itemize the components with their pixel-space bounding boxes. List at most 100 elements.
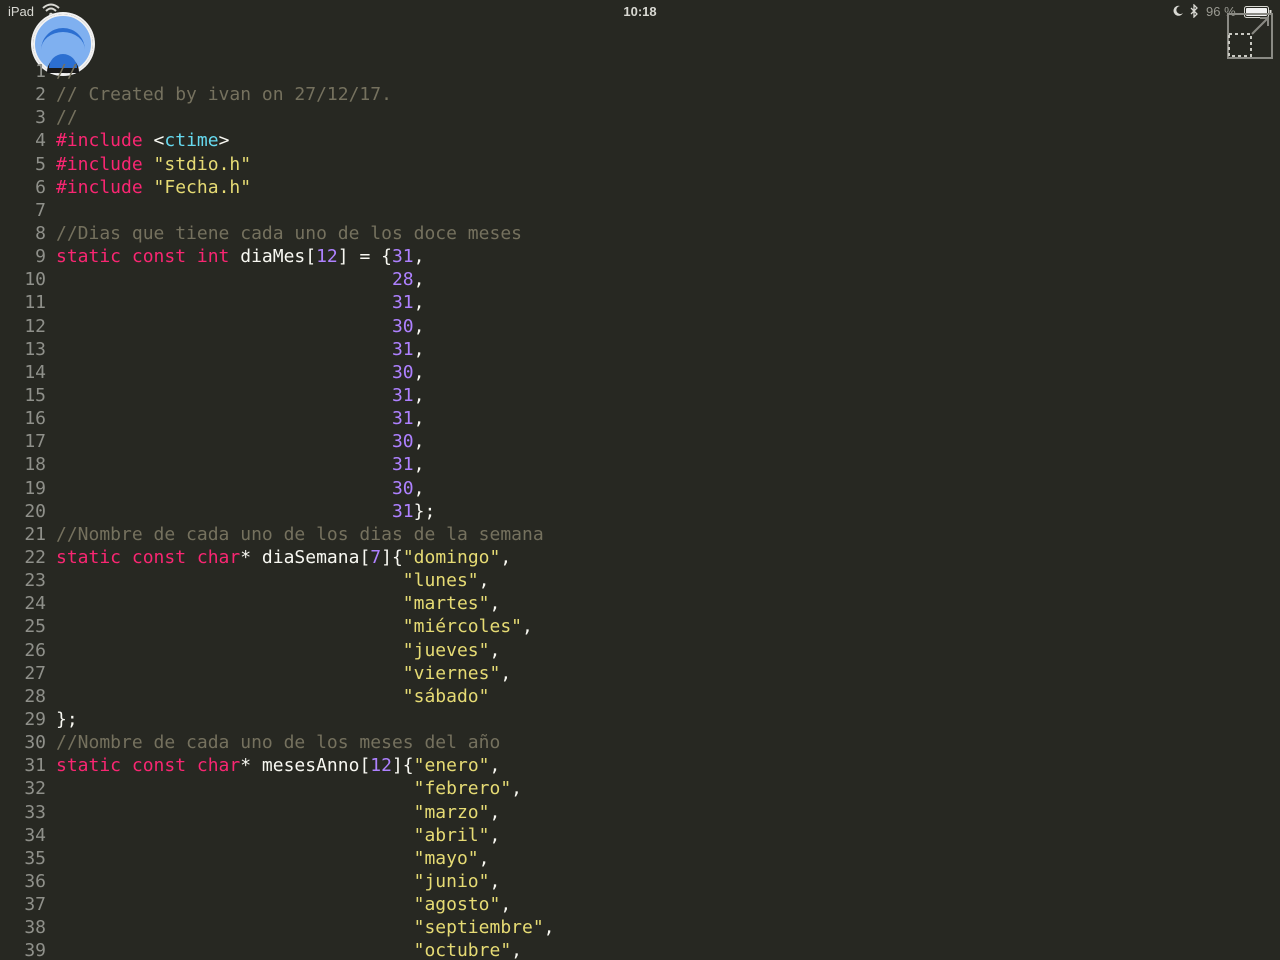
- code-token-string: "Fecha.h": [153, 176, 252, 198]
- code-line[interactable]: 20 31};: [0, 500, 1280, 523]
- line-number: 5: [35, 153, 46, 175]
- code-line[interactable]: 19 30,: [0, 477, 1280, 500]
- code-token-plain: ,: [489, 639, 501, 661]
- line-number: 34: [24, 824, 46, 846]
- code-editor[interactable]: 1 // 2 // Created by ivan on 27/12/17. 3 // 4 #…: [0, 60, 1280, 960]
- code-line[interactable]: 25 "miércoles",: [0, 615, 1280, 638]
- code-line[interactable]: 15 31,: [0, 384, 1280, 407]
- code-token-string: "enero": [413, 755, 490, 777]
- code-token-keyword: static const char: [56, 546, 241, 568]
- code-line[interactable]: 23 "lunes",: [0, 569, 1280, 592]
- code-line[interactable]: 16 31,: [0, 407, 1280, 430]
- code-content: 30,: [56, 315, 425, 338]
- code-token-comment: //Dias que tiene cada uno de los doce me…: [56, 222, 522, 244]
- code-token-plain: ,: [489, 755, 501, 777]
- code-line[interactable]: 29};: [0, 708, 1280, 731]
- code-line[interactable]: 2 // Created by ivan on 27/12/17.: [0, 83, 1280, 106]
- code-line[interactable]: 27 "viernes",: [0, 662, 1280, 685]
- code-token-string: "domingo": [402, 546, 501, 568]
- code-token-string: "miércoles": [402, 616, 522, 638]
- code-line[interactable]: 11 31,: [0, 291, 1280, 314]
- code-content: "septiembre",: [56, 916, 555, 939]
- code-content: static const char* mesesAnno[12]{"enero"…: [56, 754, 500, 777]
- line-number: 33: [24, 801, 46, 823]
- code-token-string: "jueves": [402, 639, 490, 661]
- code-token-plain: ,: [413, 431, 425, 453]
- code-line[interactable]: 6 #include "Fecha.h": [0, 176, 1280, 199]
- code-line[interactable]: 3 //: [0, 106, 1280, 129]
- code-line[interactable]: 8 //Dias que tiene cada uno de los doce m…: [0, 222, 1280, 245]
- code-line[interactable]: 22 static const char* diaSemana[7]{"domin…: [0, 546, 1280, 569]
- code-content: "martes",: [56, 592, 501, 615]
- code-line[interactable]: 37 "agosto",: [0, 893, 1280, 916]
- code-token-plain: ,: [413, 292, 425, 314]
- code-line[interactable]: 18 31,: [0, 453, 1280, 476]
- line-number: 23: [24, 570, 46, 592]
- code-token-plain: * diaSemana[: [240, 546, 371, 568]
- code-token-number: 31: [391, 384, 414, 406]
- code-token-keyword: #include: [56, 153, 143, 175]
- code-content: "agosto",: [56, 893, 512, 916]
- code-line[interactable]: 13 31,: [0, 338, 1280, 361]
- code-line[interactable]: 34 "abril",: [0, 824, 1280, 847]
- code-line[interactable]: 21 //Nombre de cada uno de los dias de la…: [0, 523, 1280, 546]
- line-number: 11: [24, 292, 46, 314]
- code-token-string: "septiembre": [413, 917, 544, 939]
- code-line[interactable]: 38 "septiembre",: [0, 916, 1280, 939]
- bluetooth-icon: [1190, 4, 1198, 18]
- expand-icon[interactable]: [1226, 12, 1274, 60]
- code-line[interactable]: 31 static const char* mesesAnno[12]{"ener…: [0, 754, 1280, 777]
- code-line[interactable]: 12 30,: [0, 315, 1280, 338]
- code-line[interactable]: 39 "octubre",: [0, 939, 1280, 960]
- code-line[interactable]: 1 //: [0, 60, 1280, 83]
- code-content: 30,: [56, 477, 425, 500]
- code-content: // Created by ivan on 27/12/17.: [56, 83, 392, 106]
- code-line[interactable]: 10 28,: [0, 268, 1280, 291]
- code-token-number: 30: [391, 361, 414, 383]
- code-line[interactable]: 28 "sábado": [0, 685, 1280, 708]
- code-content: "miércoles",: [56, 615, 533, 638]
- line-number: 32: [24, 778, 46, 800]
- code-token-keyword: static const int: [56, 246, 230, 268]
- code-line[interactable]: 30 //Nombre de cada uno de los meses del …: [0, 731, 1280, 754]
- code-line[interactable]: 36 "junio",: [0, 870, 1280, 893]
- code-content: 31,: [56, 291, 425, 314]
- code-line[interactable]: 32 "febrero",: [0, 777, 1280, 800]
- code-line[interactable]: 33 "marzo",: [0, 801, 1280, 824]
- line-number: 25: [24, 616, 46, 638]
- code-line[interactable]: 9 static const int diaMes[12] = {31,: [0, 245, 1280, 268]
- code-line[interactable]: 17 30,: [0, 430, 1280, 453]
- line-number: 22: [24, 546, 46, 568]
- line-number: 24: [24, 593, 46, 615]
- line-number: 3: [35, 107, 46, 129]
- code-token-number: 30: [391, 477, 414, 499]
- code-content: static const int diaMes[12] = {31,: [56, 245, 425, 268]
- code-line[interactable]: 24 "martes",: [0, 592, 1280, 615]
- code-token-plain: ]{: [391, 755, 414, 777]
- code-line[interactable]: 5 #include "stdio.h": [0, 153, 1280, 176]
- code-line[interactable]: 35 "mayo",: [0, 847, 1280, 870]
- code-line[interactable]: 14 30,: [0, 361, 1280, 384]
- code-token-string: "martes": [402, 593, 490, 615]
- code-line[interactable]: 7: [0, 199, 1280, 222]
- code-token-plain: diaMes[: [229, 246, 317, 268]
- code-content: //Dias que tiene cada uno de los doce me…: [56, 222, 522, 245]
- code-line[interactable]: 26 "jueves",: [0, 639, 1280, 662]
- code-line[interactable]: 4 #include <ctime>: [0, 129, 1280, 152]
- code-content: //: [56, 60, 78, 83]
- code-token-plain: ,: [478, 847, 490, 869]
- code-token-string: "viernes": [402, 662, 501, 684]
- line-number: 6: [35, 176, 46, 198]
- code-token-number: 12: [316, 246, 338, 268]
- code-token-header: ctime: [164, 130, 219, 152]
- code-token-plain: ,: [413, 361, 425, 383]
